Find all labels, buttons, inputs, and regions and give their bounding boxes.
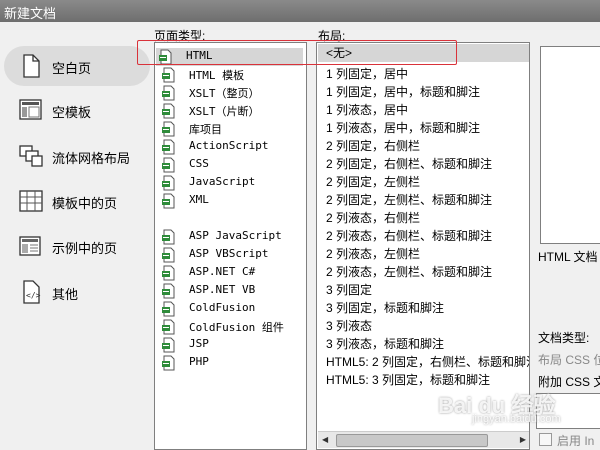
nav-item-page-from-sample[interactable]: 示例中的页 bbox=[4, 226, 150, 266]
list-item[interactable]: 2 列液态，左侧栏、标题和脚注 bbox=[326, 263, 492, 281]
window-titlebar: 新建文档 bbox=[0, 0, 600, 22]
nav-item-blank-template[interactable]: 空模板 bbox=[4, 90, 150, 130]
svg-text:</>: </> bbox=[26, 291, 41, 300]
page-from-template-icon bbox=[19, 190, 43, 212]
list-item[interactable]: 2 列固定，左侧栏、标题和脚注 bbox=[326, 191, 492, 209]
document-icon bbox=[161, 193, 177, 209]
list-item[interactable]: 2 列液态，右侧栏 bbox=[326, 209, 420, 227]
document-icon bbox=[161, 157, 177, 173]
enable-checkbox[interactable] bbox=[539, 433, 552, 446]
nav-item-fluid-grid[interactable]: 流体网格布局 bbox=[4, 136, 150, 176]
scroll-right-arrow-icon[interactable]: ▶ bbox=[520, 435, 526, 444]
list-item[interactable]: 2 列固定，右侧栏 bbox=[326, 137, 420, 155]
window-title: 新建文档 bbox=[4, 6, 57, 21]
page-from-sample-icon bbox=[19, 236, 41, 256]
annotation-highlight bbox=[137, 40, 457, 65]
doctype-label: 文档类型: bbox=[538, 331, 590, 345]
document-icon bbox=[161, 337, 177, 353]
watermark-url: jingyan.baidu.com bbox=[472, 413, 561, 425]
nav-label: 其他 bbox=[52, 287, 79, 302]
layout-horizontal-scrollbar[interactable]: ◀ ▶ bbox=[318, 431, 529, 448]
document-icon bbox=[161, 103, 177, 119]
list-item[interactable]: 1 列固定，居中，标题和脚注 bbox=[326, 83, 480, 101]
blank-page-icon bbox=[23, 54, 40, 78]
document-icon bbox=[161, 67, 177, 83]
list-item[interactable]: HTML5: 3 列固定，标题和脚注 bbox=[326, 371, 490, 389]
nav-item-other[interactable]: </> 其他 bbox=[4, 272, 150, 312]
document-icon bbox=[161, 247, 177, 263]
nav-item-blank-page[interactable]: 空白页 bbox=[4, 46, 150, 86]
nav-label: 空模板 bbox=[52, 105, 92, 120]
list-item[interactable]: 2 列固定，左侧栏 bbox=[326, 173, 420, 191]
enable-checkbox-label: 启用 In bbox=[557, 434, 595, 448]
list-item[interactable]: 3 列固定，标题和脚注 bbox=[326, 299, 444, 317]
page-type-list[interactable]: HTML HTML 模板 XSLT（整页） XSLT（片断） 库项目 Actio… bbox=[154, 42, 307, 450]
category-nav: 空白页 空模板 流体网格布局 模板中的页 示例中的页 </> 其他 bbox=[0, 36, 152, 336]
list-item[interactable]: 1 列液态，居中，标题和脚注 bbox=[326, 119, 480, 137]
document-icon bbox=[161, 265, 177, 281]
nav-label: 示例中的页 bbox=[52, 241, 118, 256]
list-item[interactable]: 2 列液态，右侧栏、标题和脚注 bbox=[326, 227, 492, 245]
document-icon bbox=[161, 229, 177, 245]
list-item[interactable]: 2 列固定，右侧栏、标题和脚注 bbox=[326, 155, 492, 173]
document-icon bbox=[161, 301, 177, 317]
list-item[interactable]: HTML5: 2 列固定，右侧栏、标题和脚注 bbox=[326, 353, 529, 371]
list-item[interactable]: 2 列液态，左侧栏 bbox=[326, 245, 420, 263]
nav-item-page-from-template[interactable]: 模板中的页 bbox=[4, 181, 150, 221]
list-item[interactable]: 3 列固定 bbox=[326, 281, 372, 299]
document-icon bbox=[161, 175, 177, 191]
document-icon bbox=[161, 319, 177, 335]
nav-label: 模板中的页 bbox=[52, 196, 118, 211]
list-item[interactable]: 3 列液态，标题和脚注 bbox=[326, 335, 444, 353]
document-description: HTML 文档 bbox=[538, 250, 598, 264]
nav-label: 流体网格布局 bbox=[52, 151, 131, 166]
list-item[interactable]: 1 列液态，居中 bbox=[326, 101, 408, 119]
document-icon bbox=[161, 139, 177, 155]
list-item[interactable]: 1 列固定，居中 bbox=[326, 65, 408, 83]
document-icon bbox=[161, 121, 177, 137]
document-icon bbox=[161, 283, 177, 299]
document-icon bbox=[161, 355, 177, 371]
nav-label: 空白页 bbox=[52, 61, 92, 76]
code-icon: </> bbox=[23, 280, 41, 304]
document-icon bbox=[161, 85, 177, 101]
fluid-grid-icon bbox=[19, 145, 43, 167]
layout-css-label: 布局 CSS 位 bbox=[538, 353, 600, 367]
scroll-left-arrow-icon[interactable]: ◀ bbox=[322, 435, 328, 444]
template-icon bbox=[19, 99, 42, 120]
scrollbar-thumb[interactable] bbox=[336, 434, 488, 447]
list-item[interactable]: 3 列液态 bbox=[326, 317, 372, 335]
preview-pane bbox=[540, 46, 600, 244]
